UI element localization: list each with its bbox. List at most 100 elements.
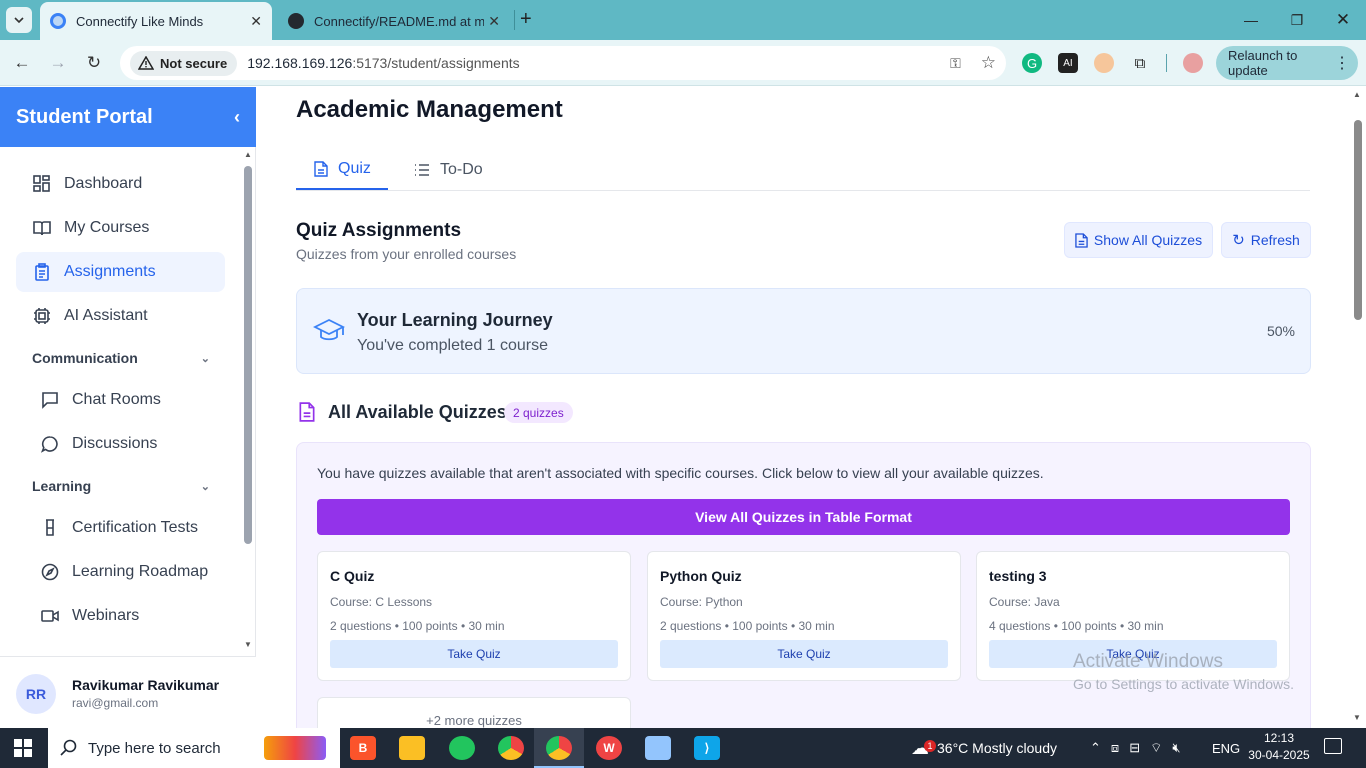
sidebar-item-assignments[interactable]: Assignments (16, 252, 225, 292)
close-tab-icon[interactable]: ✕ (488, 13, 500, 30)
weather-widget[interactable]: ☁ 1 36°C Mostly cloudy (911, 728, 1057, 768)
tab-title: Connectify/README.md at main (314, 13, 484, 29)
tab-divider (514, 10, 515, 30)
grammarly-extension-icon[interactable]: G (1022, 53, 1042, 73)
minimize-icon[interactable]: — (1228, 0, 1274, 40)
relaunch-label: Relaunch to update (1228, 48, 1298, 78)
extension-icon[interactable] (1094, 53, 1114, 73)
sidebar-item-label: Webinars (72, 607, 140, 624)
browser-tab-github[interactable]: Connectify/README.md at main ✕ (278, 2, 510, 40)
sidebar-group-communication[interactable]: Communication ⌄ (32, 350, 210, 366)
reload-icon[interactable]: ↻ (83, 52, 105, 74)
tab-divider (296, 190, 1310, 191)
url-bar[interactable]: Not secure 192.168.169.126:5173/student/… (120, 46, 1006, 80)
sidebar-item-my-courses[interactable]: My Courses (16, 208, 225, 248)
book-icon (32, 218, 52, 238)
tab-search-button[interactable] (6, 7, 32, 33)
group-label: Learning (32, 478, 92, 494)
profile-avatar-icon[interactable] (1183, 53, 1203, 73)
language-indicator[interactable]: ENG (1212, 728, 1240, 768)
wps-office-icon[interactable]: W (596, 736, 622, 760)
cpu-icon (32, 306, 52, 326)
file-explorer-icon[interactable] (399, 736, 425, 760)
document-icon (1075, 232, 1088, 248)
restore-icon[interactable]: ❐ (1274, 0, 1320, 40)
volume-mute-icon[interactable]: 🔇︎ (1172, 740, 1180, 756)
relaunch-button[interactable]: Relaunch to update ⋮ (1216, 46, 1358, 80)
chrome-icon[interactable] (498, 736, 524, 760)
app-icon[interactable] (645, 736, 671, 760)
sidebar-item-dashboard[interactable]: Dashboard (16, 164, 225, 204)
main-scrollbar[interactable] (1354, 120, 1362, 320)
scroll-down-icon[interactable]: ▼ (1353, 713, 1361, 722)
brave-icon[interactable]: B (350, 736, 376, 760)
browser-tab-active[interactable]: Connectify Like Minds ✕ (40, 2, 272, 40)
sidebar-scrollbar[interactable] (244, 166, 252, 544)
forward-arrow-icon[interactable]: → (47, 52, 69, 74)
scroll-down-icon[interactable]: ▼ (244, 640, 252, 649)
sidebar-item-label: My Courses (64, 219, 150, 236)
take-quiz-button[interactable]: Take Quiz (660, 640, 948, 668)
password-key-icon[interactable]: ⚿ (950, 55, 961, 72)
vscode-icon[interactable]: ⟩ (694, 736, 720, 760)
sidebar-item-label: Chat Rooms (72, 391, 161, 408)
bookmark-star-icon[interactable]: ☆ (981, 53, 996, 73)
sidebar-item-learning-roadmap[interactable]: Learning Roadmap (16, 552, 225, 592)
chevron-up-icon[interactable]: ⌃ (1090, 740, 1101, 756)
system-tray-icons[interactable]: ⌃ ⧈ ⊟ ⌔ 🔇︎ (1090, 728, 1181, 768)
sidebar-item-certification-tests[interactable]: Certification Tests (16, 508, 225, 548)
collapse-chevron-icon[interactable]: ‹ (234, 107, 240, 128)
view-all-quizzes-button[interactable]: View All Quizzes in Table Format (317, 499, 1290, 535)
meet-icon[interactable]: ⧈ (1111, 740, 1119, 756)
sidebar-group-learning[interactable]: Learning ⌄ (32, 478, 210, 494)
avatar[interactable]: RR (16, 674, 56, 714)
show-all-quizzes-button[interactable]: Show All Quizzes (1064, 222, 1213, 258)
search-placeholder: Type here to search (88, 739, 221, 757)
new-tab-plus-icon[interactable]: + (520, 8, 532, 30)
puzzle-extensions-icon[interactable]: ⧉ (1130, 53, 1150, 73)
learning-journey-card (296, 288, 1311, 374)
back-arrow-icon[interactable]: ← (11, 52, 33, 74)
sidebar-item-ai-assistant[interactable]: AI Assistant (16, 296, 225, 336)
search-highlight-icon[interactable] (264, 736, 326, 760)
tab-todo[interactable]: To-Do (414, 150, 504, 190)
github-icon (288, 13, 304, 29)
tab-label: Quiz (338, 160, 371, 177)
more-menu-icon[interactable]: ⋮ (1334, 53, 1350, 73)
test-tube-icon (40, 518, 60, 538)
chrome-active-icon[interactable] (546, 736, 572, 760)
sidebar-item-label: AI Assistant (64, 307, 148, 324)
section-subtitle: Quizzes from your enrolled courses (296, 246, 517, 262)
sidebar-item-discussions[interactable]: Discussions (16, 424, 225, 464)
chevron-down-icon: ⌄ (200, 480, 210, 493)
weather-badge: 1 (924, 739, 936, 752)
close-tab-icon[interactable]: ✕ (250, 13, 262, 30)
scroll-up-icon[interactable]: ▲ (244, 150, 252, 159)
page-title: Academic Management (296, 96, 563, 123)
windows-start-icon[interactable] (14, 739, 32, 762)
clock-time[interactable]: 12:13 (1248, 731, 1310, 745)
ai-extension-icon[interactable]: AI (1058, 53, 1078, 73)
journey-subtitle: You've completed 1 course (357, 337, 549, 354)
whatsapp-icon[interactable] (449, 736, 475, 760)
take-quiz-button[interactable]: Take Quiz (330, 640, 618, 668)
quizzes-notice: You have quizzes available that aren't a… (317, 465, 1044, 481)
quiz-meta: 2 questions • 100 points • 30 min (660, 619, 835, 633)
quiz-course: Course: Python (660, 595, 743, 609)
grid-icon (32, 174, 52, 194)
sidebar-item-chat-rooms[interactable]: Chat Rooms (16, 380, 225, 420)
refresh-button[interactable]: ↻ Refresh (1221, 222, 1311, 258)
notification-icon[interactable] (1324, 738, 1342, 754)
network-icon[interactable]: ⊟ (1129, 740, 1140, 756)
sidebar-item-webinars[interactable]: Webinars (16, 596, 225, 636)
url-host: 192.168.169.126 (247, 55, 353, 71)
security-chip[interactable]: Not secure (130, 50, 238, 76)
tab-quiz[interactable]: Quiz (296, 150, 388, 190)
scroll-up-icon[interactable]: ▲ (1353, 90, 1361, 99)
wifi-icon[interactable]: ⌔ (1150, 740, 1162, 756)
close-window-icon[interactable]: ✕ (1320, 0, 1366, 40)
clock-date[interactable]: 30-04-2025 (1244, 748, 1314, 762)
video-icon (40, 606, 60, 626)
document-icon (299, 402, 315, 427)
url-path: :5173/student/assignments (352, 55, 520, 71)
